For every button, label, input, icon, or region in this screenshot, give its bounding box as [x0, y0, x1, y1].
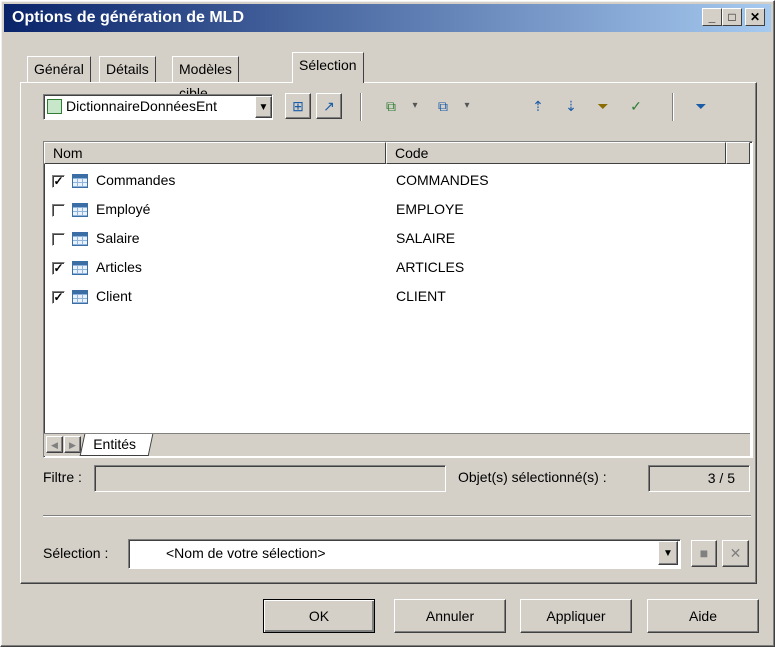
tab-details[interactable]: Détails	[99, 56, 156, 82]
table-icon	[72, 261, 88, 275]
minimize-button[interactable]: _	[702, 8, 722, 26]
save-icon: ■	[699, 545, 709, 561]
row-code: ARTICLES	[396, 259, 465, 275]
shortcut-icon: ↗	[323, 98, 335, 114]
row-checkbox[interactable]	[52, 233, 65, 246]
delete-icon: ✕	[729, 545, 742, 561]
column-header-label: Code	[395, 145, 429, 161]
select-all-icon[interactable]: ⧉	[380, 95, 402, 117]
toolbar-separator	[360, 93, 362, 121]
cancel-button[interactable]: Annuler	[394, 599, 506, 633]
deselect-all-icon[interactable]: ⧉	[432, 95, 454, 117]
row-code: CLIENT	[396, 288, 446, 304]
tab-selection[interactable]: Sélection	[292, 52, 364, 83]
include-submodels-button[interactable]: ⊞	[285, 93, 311, 119]
tab-label: Général	[34, 61, 84, 77]
row-name: Articles	[96, 259, 142, 275]
column-header-name[interactable]: Nom	[44, 142, 386, 164]
model-selector[interactable]: DictionnaireDonnéesEnt ▼	[43, 94, 273, 120]
row-checkbox[interactable]	[52, 204, 65, 217]
move-up-icon[interactable]: ⇡	[527, 95, 549, 117]
object-list[interactable]: Nom Code ✓ Commandes COMMANDES Employé E…	[43, 141, 753, 458]
table-row[interactable]: Salaire SALAIRE	[44, 226, 744, 255]
table-icon	[72, 290, 88, 304]
divider	[43, 515, 751, 517]
move-down-icon[interactable]: ⇣	[560, 95, 582, 117]
column-header-code[interactable]: Code	[386, 142, 726, 164]
table-row[interactable]: Employé EMPLOYE	[44, 197, 744, 226]
chevron-right-icon[interactable]: ▶	[64, 436, 81, 453]
filter-check-icon[interactable]: ✓	[625, 95, 647, 117]
row-name: Commandes	[96, 172, 176, 188]
column-header-filler	[726, 142, 750, 164]
toolbar-separator	[672, 93, 674, 121]
filter-label: Filtre :	[43, 469, 82, 485]
table-icon	[72, 232, 88, 246]
table-icon	[72, 174, 88, 188]
row-name: Client	[96, 288, 132, 304]
row-code: SALAIRE	[396, 230, 456, 246]
close-button[interactable]: ✕	[745, 8, 765, 26]
table-row[interactable]: ✓ Articles ARTICLES	[44, 255, 744, 284]
chevron-down-icon[interactable]: ▾	[404, 95, 426, 117]
selection-combo[interactable]: <Nom de votre sélection> ▼	[128, 539, 681, 569]
filter-field[interactable]	[94, 465, 446, 492]
selected-count-label: Objet(s) sélectionné(s) :	[458, 469, 607, 485]
tab-label: Détails	[106, 61, 149, 77]
apply-button[interactable]: Appliquer	[520, 599, 632, 633]
save-selection-button[interactable]: ■	[691, 540, 717, 567]
help-button[interactable]: Aide	[647, 599, 759, 633]
selected-count-value: 3 / 5	[707, 470, 735, 486]
model-icon	[47, 99, 62, 114]
table-row[interactable]: ✓ Commandes COMMANDES	[44, 168, 744, 197]
hierarchy-icon: ⊞	[292, 98, 304, 114]
tab-target-models[interactable]: Modèles cible	[172, 56, 239, 101]
title-bar[interactable]: Options de génération de MLD _ □ ✕	[4, 4, 771, 32]
row-code: COMMANDES	[396, 172, 489, 188]
subtab-entities[interactable]: Entités	[79, 434, 154, 456]
table-row[interactable]: ✓ Client CLIENT	[44, 284, 744, 313]
selection-label: Sélection :	[43, 545, 109, 561]
subtab-strip: ◀ ▶ Entités	[44, 433, 750, 456]
row-code: EMPLOYE	[396, 201, 464, 217]
chevron-down-icon[interactable]: ▼	[255, 96, 272, 118]
filter-apply-icon[interactable]: ⏷	[690, 95, 712, 117]
row-name: Salaire	[96, 230, 140, 246]
window-title: Options de génération de MLD	[12, 9, 245, 26]
ok-button[interactable]: OK	[263, 599, 375, 633]
row-checkbox[interactable]: ✓	[52, 262, 65, 275]
model-selector-value: DictionnaireDonnéesEnt	[66, 98, 217, 114]
chevron-down-icon[interactable]: ▾	[456, 95, 478, 117]
row-checkbox[interactable]: ✓	[52, 291, 65, 304]
tab-label: Sélection	[299, 57, 357, 73]
row-name: Employé	[96, 201, 151, 217]
maximize-button[interactable]: □	[722, 8, 742, 26]
column-header-label: Nom	[53, 145, 83, 161]
subtab-label: Entités	[93, 436, 137, 452]
tab-general[interactable]: Général	[27, 56, 91, 82]
selection-value: <Nom de votre sélection>	[166, 545, 326, 561]
filter-edit-icon[interactable]: ⏷	[592, 95, 614, 117]
shortcuts-button[interactable]: ↗	[316, 93, 342, 119]
delete-selection-button[interactable]: ✕	[722, 540, 749, 567]
table-icon	[72, 203, 88, 217]
chevron-down-icon[interactable]: ▼	[658, 541, 678, 565]
row-checkbox[interactable]: ✓	[52, 175, 65, 188]
chevron-left-icon[interactable]: ◀	[46, 436, 63, 453]
selected-count-field: 3 / 5	[648, 465, 750, 492]
